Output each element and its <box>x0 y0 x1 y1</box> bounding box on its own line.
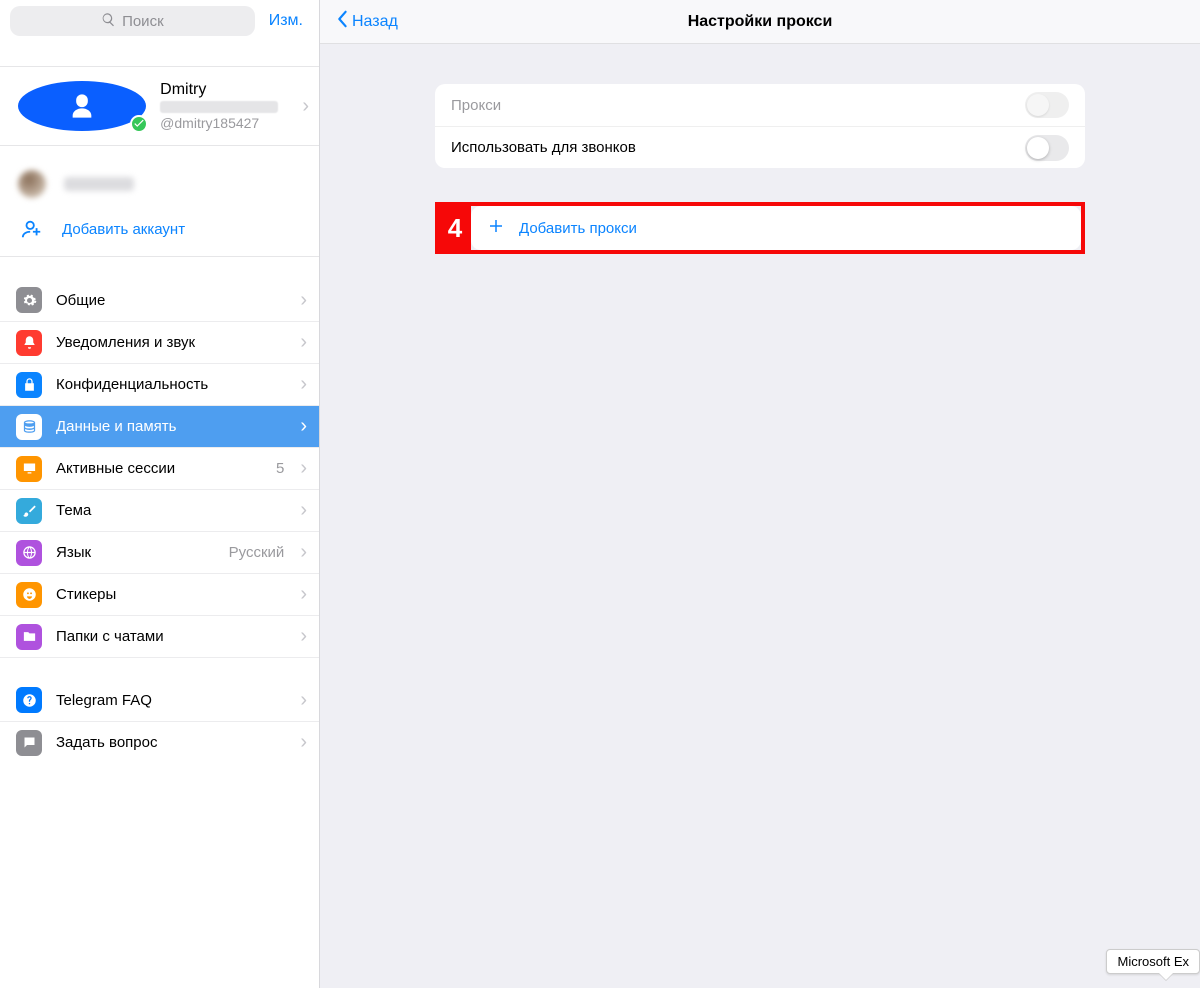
question-icon <box>16 687 42 713</box>
bell-icon <box>16 330 42 356</box>
gear-icon <box>16 287 42 313</box>
chat-icon <box>16 730 42 756</box>
chevron-right-icon: › <box>300 373 307 396</box>
profile-text: Dmitry @dmitry185427 <box>160 81 288 131</box>
other-account-name-redacted <box>64 177 134 191</box>
calls-label: Использовать для звонков <box>451 139 1025 156</box>
profile-row[interactable]: Dmitry @dmitry185427 › <box>0 66 319 146</box>
main-panel: Назад Настройки прокси Прокси Использова… <box>320 0 1200 988</box>
verified-badge-icon <box>130 115 148 133</box>
chevron-right-icon: › <box>300 689 307 712</box>
item-detail: Русский <box>229 544 285 561</box>
plus-icon <box>487 217 505 239</box>
sidebar-item-faq[interactable]: Telegram FAQ › <box>0 679 319 721</box>
item-label: Папки с чатами <box>56 628 286 645</box>
back-button[interactable]: Назад <box>320 10 398 33</box>
sidebar-item-privacy[interactable]: Конфиденциальность › <box>0 363 319 405</box>
proxy-settings-card: Прокси Использовать для звонков <box>435 84 1085 168</box>
chevron-right-icon: › <box>300 731 307 754</box>
item-detail: 5 <box>276 460 284 477</box>
brush-icon <box>16 498 42 524</box>
sidebar-item-ask[interactable]: Задать вопрос › <box>0 721 319 763</box>
item-label: Язык <box>56 544 215 561</box>
tooltip-text: Microsoft Ex <box>1117 954 1189 969</box>
globe-icon <box>16 540 42 566</box>
settings-sidebar: Поиск Изм. Dmitry @dmitry185427 › Добави… <box>0 0 320 988</box>
sidebar-item-theme[interactable]: Тема › <box>0 489 319 531</box>
sidebar-item-notifications[interactable]: Уведомления и звук › <box>0 321 319 363</box>
proxy-label: Прокси <box>451 97 1025 114</box>
add-account-icon <box>18 218 46 240</box>
sidebar-item-general[interactable]: Общие › <box>0 279 319 321</box>
chevron-right-icon: › <box>300 583 307 606</box>
chevron-right-icon: › <box>300 331 307 354</box>
other-account-avatar <box>18 170 46 198</box>
chevron-left-icon <box>336 10 348 33</box>
other-account-row[interactable] <box>0 164 319 208</box>
sidebar-item-stickers[interactable]: Стикеры › <box>0 573 319 615</box>
tooltip-microsoft: Microsoft Ex <box>1106 949 1200 974</box>
add-proxy-label: Добавить прокси <box>519 220 637 237</box>
chevron-right-icon: › <box>302 95 309 118</box>
chevron-right-icon: › <box>300 457 307 480</box>
use-for-calls-toggle[interactable] <box>1025 135 1069 161</box>
profile-name: Dmitry <box>160 81 288 99</box>
use-for-calls-row: Использовать для звонков <box>435 126 1085 168</box>
search-placeholder: Поиск <box>122 13 164 30</box>
proxy-toggle-row: Прокси <box>435 84 1085 126</box>
profile-avatar <box>18 81 146 131</box>
item-label: Задать вопрос <box>56 734 286 751</box>
content-area: Прокси Использовать для звонков 4 Добави… <box>320 44 1200 254</box>
item-label: Уведомления и звук <box>56 334 286 351</box>
chevron-right-icon: › <box>300 541 307 564</box>
item-label: Общие <box>56 292 286 309</box>
search-row: Поиск Изм. <box>0 0 319 42</box>
item-label: Данные и память <box>56 418 286 435</box>
list-gap <box>0 657 319 679</box>
chevron-right-icon: › <box>300 499 307 522</box>
sidebar-item-folders[interactable]: Папки с чатами › <box>0 615 319 657</box>
annotation-4-highlight: 4 Добавить прокси <box>435 202 1085 254</box>
proxy-toggle <box>1025 92 1069 118</box>
chevron-right-icon: › <box>300 289 307 312</box>
search-icon <box>101 12 116 31</box>
annotation-number: 4 <box>439 206 471 250</box>
settings-list-2: Telegram FAQ › Задать вопрос › <box>0 679 319 763</box>
chevron-right-icon: › <box>300 625 307 648</box>
topbar: Назад Настройки прокси <box>320 0 1200 44</box>
sidebar-item-language[interactable]: Язык Русский › <box>0 531 319 573</box>
edit-button[interactable]: Изм. <box>265 12 307 30</box>
sidebar-item-sessions[interactable]: Активные сессии 5 › <box>0 447 319 489</box>
folder-icon <box>16 624 42 650</box>
profile-handle: @dmitry185427 <box>160 115 288 131</box>
add-account-label: Добавить аккаунт <box>62 221 185 238</box>
add-account-button[interactable]: Добавить аккаунт <box>0 208 319 256</box>
database-icon <box>16 414 42 440</box>
lock-icon <box>16 372 42 398</box>
monitor-icon <box>16 456 42 482</box>
item-label: Активные сессии <box>56 460 262 477</box>
item-label: Telegram FAQ <box>56 692 286 709</box>
back-label: Назад <box>352 13 398 31</box>
page-title: Настройки прокси <box>320 13 1200 31</box>
item-label: Тема <box>56 502 286 519</box>
item-label: Стикеры <box>56 586 286 603</box>
add-proxy-button[interactable]: Добавить прокси <box>471 206 1081 250</box>
profile-phone-redacted <box>160 101 278 113</box>
search-input[interactable]: Поиск <box>10 6 255 36</box>
smile-icon <box>16 582 42 608</box>
settings-list-1: Общие › Уведомления и звук › Конфиденциа… <box>0 279 319 657</box>
chevron-right-icon: › <box>300 415 307 438</box>
item-label: Конфиденциальность <box>56 376 286 393</box>
account-switch-section: Добавить аккаунт <box>0 146 319 257</box>
sidebar-item-data[interactable]: Данные и память › <box>0 405 319 447</box>
